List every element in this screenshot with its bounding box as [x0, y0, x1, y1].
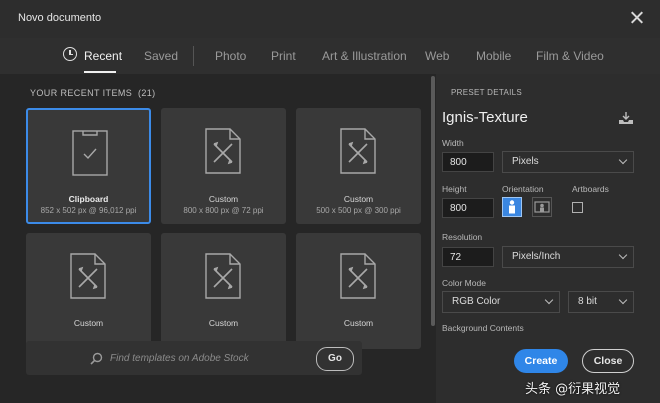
- tab-web[interactable]: Web: [425, 49, 449, 63]
- height-label: Height: [442, 184, 467, 194]
- resolution-input[interactable]: 72: [442, 247, 494, 267]
- bit-depth-value: 8 bit: [578, 296, 597, 307]
- orientation-label: Orientation: [502, 184, 544, 194]
- tab-divider: [193, 46, 194, 66]
- custom-document-icon: [205, 128, 241, 174]
- search-placeholder: Find templates on Adobe Stock: [110, 353, 249, 364]
- item-name: Custom: [343, 318, 374, 328]
- bit-depth-select[interactable]: 8 bit: [568, 291, 634, 313]
- tab-recent[interactable]: Recent: [84, 49, 122, 63]
- tab-photo[interactable]: Photo: [215, 49, 246, 63]
- background-contents-label: Background Contents: [442, 323, 524, 333]
- resolution-unit-select[interactable]: Pixels/Inch: [502, 246, 634, 268]
- custom-document-icon: [205, 253, 241, 299]
- recent-heading-text: YOUR RECENT ITEMS: [30, 88, 133, 98]
- go-button[interactable]: Go: [316, 347, 354, 371]
- recent-items-heading: YOUR RECENT ITEMS (21): [30, 88, 156, 98]
- category-tabs: Recent Saved Photo Print Art & Illustrat…: [0, 38, 660, 74]
- width-unit-select[interactable]: Pixels: [502, 151, 634, 173]
- item-dimensions: 852 x 502 px @ 96,012 ppi: [40, 206, 137, 215]
- recent-item-custom[interactable]: Custom 800 x 800 px @ 72 ppi: [161, 108, 286, 224]
- tab-mobile[interactable]: Mobile: [476, 49, 511, 63]
- window-title: Novo documento: [18, 12, 102, 24]
- height-input[interactable]: 800: [442, 198, 494, 218]
- close-icon[interactable]: [628, 9, 646, 27]
- resolution-unit-value: Pixels/Inch: [512, 251, 561, 262]
- tab-art-illustration[interactable]: Art & Illustration: [322, 49, 407, 63]
- width-label: Width: [442, 138, 464, 148]
- custom-document-icon: [70, 253, 106, 299]
- color-mode-label: Color Mode: [442, 278, 486, 288]
- chevron-down-icon: [618, 295, 628, 305]
- width-unit-value: Pixels: [512, 156, 539, 167]
- recent-count: (21): [137, 88, 156, 98]
- scroll-thumb[interactable]: [431, 76, 435, 326]
- clock-icon: [63, 47, 77, 61]
- portrait-icon: [509, 200, 515, 214]
- color-mode-value: RGB Color: [452, 296, 501, 307]
- item-name: Custom: [343, 194, 374, 204]
- item-name: Custom: [208, 194, 239, 204]
- close-button[interactable]: Close: [582, 349, 634, 373]
- clipboard-icon: [72, 130, 108, 176]
- item-name: Custom: [73, 318, 104, 328]
- template-search-input[interactable]: Find templates on Adobe Stock: [26, 341, 362, 375]
- tab-print[interactable]: Print: [271, 49, 296, 63]
- create-button[interactable]: Create: [514, 349, 568, 373]
- active-tab-indicator: [84, 71, 116, 73]
- recent-item-custom[interactable]: Custom 500 x 500 px @ 300 ppi: [296, 108, 421, 224]
- artboards-checkbox[interactable]: [572, 202, 583, 213]
- landscape-orientation-button[interactable]: [532, 197, 552, 217]
- landscape-icon: [534, 201, 550, 213]
- item-dimensions: 800 x 800 px @ 72 ppi: [183, 206, 264, 215]
- tab-saved[interactable]: Saved: [144, 49, 178, 63]
- recent-item-custom[interactable]: Custom: [161, 233, 286, 349]
- custom-document-icon: [340, 253, 376, 299]
- item-dimensions: 500 x 500 px @ 300 ppi: [316, 206, 401, 215]
- width-input[interactable]: 800: [442, 152, 494, 172]
- preset-name[interactable]: Ignis-Texture: [442, 109, 528, 126]
- custom-document-icon: [340, 128, 376, 174]
- artboards-label: Artboards: [572, 184, 609, 194]
- watermark: 头条 @衍果视觉: [525, 382, 621, 397]
- item-name: Custom: [208, 318, 239, 328]
- chevron-down-icon: [618, 155, 628, 165]
- search-icon: [90, 352, 103, 365]
- item-name: Clipboard: [68, 194, 109, 204]
- recent-item-custom[interactable]: Custom: [296, 233, 421, 349]
- title-bar: Novo documento: [0, 0, 660, 39]
- new-document-dialog: Novo documento Recent Saved Photo Print …: [0, 0, 660, 403]
- preset-details-header: PRESET DETAILS: [451, 88, 523, 97]
- recent-item-clipboard[interactable]: Clipboard 852 x 502 px @ 96,012 ppi: [26, 108, 151, 224]
- save-preset-icon[interactable]: [618, 111, 634, 125]
- chevron-down-icon: [618, 250, 628, 260]
- tab-film-video[interactable]: Film & Video: [536, 49, 604, 63]
- resolution-label: Resolution: [442, 232, 483, 242]
- portrait-orientation-button[interactable]: [502, 197, 522, 217]
- recent-item-custom[interactable]: Custom: [26, 233, 151, 349]
- chevron-down-icon: [544, 295, 554, 305]
- color-mode-select[interactable]: RGB Color: [442, 291, 560, 313]
